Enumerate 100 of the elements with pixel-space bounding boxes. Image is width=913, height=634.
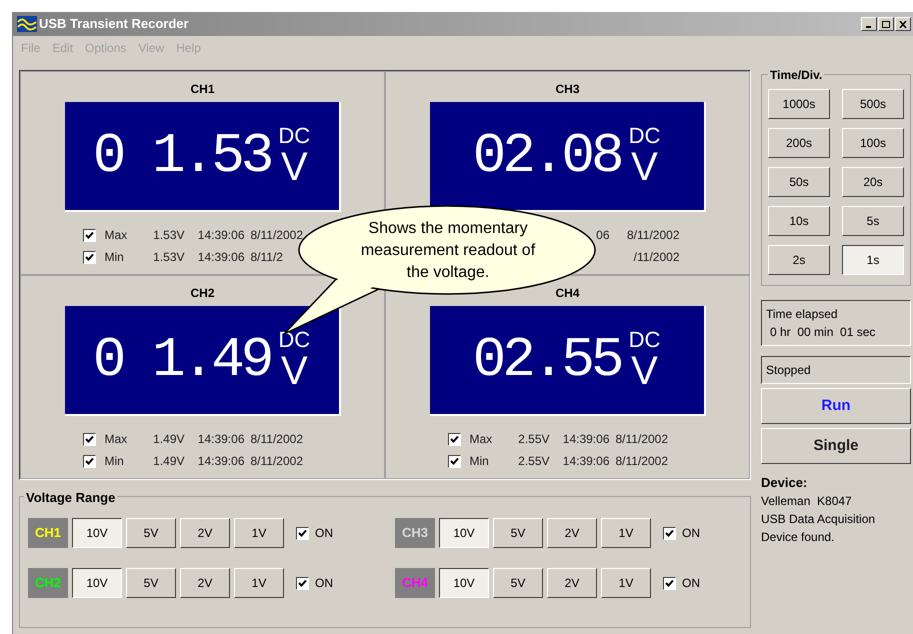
time-div-button[interactable]: 100s xyxy=(842,128,904,158)
coupling-label: DC xyxy=(628,329,660,351)
stat-time: 14:39:06 xyxy=(198,250,244,264)
range-button[interactable]: 2V xyxy=(547,518,597,548)
display-reading: 0 1.49 xyxy=(92,332,270,388)
display-reading: 02.08 xyxy=(472,128,621,184)
range-button[interactable]: 2V xyxy=(180,568,230,598)
checkbox[interactable] xyxy=(82,432,96,446)
time-div-button[interactable]: 10s xyxy=(768,206,830,236)
range-button[interactable]: 2V xyxy=(547,568,597,598)
stat-time: 14:39:06 xyxy=(562,454,610,468)
range-button[interactable]: 5V xyxy=(126,568,176,598)
stat-date: 8/11/2 xyxy=(250,250,283,264)
display-reading: 0 1.53 xyxy=(92,128,270,184)
callout-text: Shows the momentary measurement readout of the voltage. xyxy=(360,219,536,283)
range-button[interactable]: 5V xyxy=(493,518,543,548)
stat-time: 06 xyxy=(596,228,610,242)
stat-date: 8/11/2002 xyxy=(616,432,668,446)
stat-value: 1.53V xyxy=(153,228,184,242)
channel-title: CH4 xyxy=(555,285,580,302)
time-div-button[interactable]: 1000s xyxy=(768,89,830,119)
checkbox[interactable] xyxy=(663,576,676,590)
device-info: Device found. xyxy=(761,529,836,546)
range-button[interactable]: 10V xyxy=(439,518,489,548)
stat-time: 14:39:06 xyxy=(562,432,610,446)
time-div-button[interactable]: 200s xyxy=(768,128,830,158)
range-button[interactable]: 1V xyxy=(234,568,284,598)
range-button[interactable]: 2V xyxy=(180,518,230,548)
range-button[interactable]: 1V xyxy=(601,568,651,598)
coupling-label: DC xyxy=(628,125,660,147)
checkbox[interactable] xyxy=(448,432,460,446)
stat-label: Min xyxy=(104,454,124,468)
window-title: USB Transient Recorder xyxy=(39,15,189,34)
elapsed-time: 0 hr 00 min 01 sec xyxy=(769,324,876,341)
display-reading: 02.55 xyxy=(472,332,621,388)
checkbox[interactable] xyxy=(296,526,309,540)
on-label: ON xyxy=(682,575,700,592)
channel-tag-label: CH1 xyxy=(34,524,61,542)
stat-date: 8/11/2002 xyxy=(250,228,303,242)
close-icon[interactable] xyxy=(895,17,911,31)
checkbox[interactable] xyxy=(82,228,96,242)
range-button[interactable]: 1V xyxy=(601,518,651,548)
on-label: ON xyxy=(682,525,700,542)
device-info: Velleman K8047 xyxy=(761,493,853,510)
checkbox[interactable] xyxy=(82,250,96,264)
device-info: USB Data Acquisition xyxy=(761,511,876,528)
stat-date: 8/11/2002 xyxy=(250,432,303,446)
on-label: ON xyxy=(315,525,333,542)
stat-value: 1.49V xyxy=(153,432,184,446)
stat-date: 8/11/2002 xyxy=(627,228,680,242)
time-div-button[interactable]: 500s xyxy=(842,89,904,119)
stat-date: /11/2002 xyxy=(634,250,680,264)
checkbox[interactable] xyxy=(296,576,309,590)
checkbox[interactable] xyxy=(82,454,96,468)
elapsed-label: Time elapsed xyxy=(766,306,839,323)
checkbox[interactable] xyxy=(663,526,676,540)
time-div-button[interactable]: 5s xyxy=(842,206,904,236)
stat-date: 8/11/2002 xyxy=(616,454,668,468)
unit-label: V xyxy=(280,351,308,391)
stat-value: 2.55V xyxy=(518,432,550,446)
range-button[interactable]: 10V xyxy=(72,518,122,548)
stat-value: 2.55V xyxy=(518,454,550,468)
time-div-button[interactable]: 2s xyxy=(768,245,830,275)
device-title: Device: xyxy=(761,474,808,492)
range-button[interactable]: 10V xyxy=(439,568,489,598)
unit-label: V xyxy=(631,351,658,391)
stat-time: 14:39:06 xyxy=(198,454,244,468)
coupling-label: DC xyxy=(278,125,310,147)
channel-tag-label: CH4 xyxy=(402,574,428,592)
stat-value: 1.49V xyxy=(153,454,184,468)
channel-title: CH3 xyxy=(555,81,580,98)
stat-label: Min xyxy=(470,454,489,468)
range-button[interactable]: 10V xyxy=(72,568,122,598)
stat-label: Max xyxy=(104,432,128,446)
channel-tag-label: CH2 xyxy=(34,574,61,592)
coupling-label: DC xyxy=(278,329,310,351)
range-button[interactable]: 5V xyxy=(493,568,543,598)
stat-time: 14:39:06 xyxy=(198,432,244,446)
range-button[interactable]: 1V xyxy=(234,518,284,548)
minimize-icon[interactable] xyxy=(861,17,877,31)
channel-title: CH2 xyxy=(190,285,214,302)
stat-label: Min xyxy=(104,250,124,264)
time-div-button[interactable]: 1s xyxy=(842,245,904,275)
time-div-button[interactable]: 50s xyxy=(768,167,830,197)
time-div-button[interactable]: 20s xyxy=(842,167,904,197)
unit-label: V xyxy=(280,147,308,187)
run-button[interactable]: Run xyxy=(761,388,911,424)
checkbox[interactable] xyxy=(448,454,460,468)
maximize-icon[interactable] xyxy=(878,17,894,31)
wave-icon xyxy=(17,16,37,32)
stat-value: 1.53V xyxy=(153,250,184,264)
status-field: Stopped xyxy=(761,356,911,384)
range-button[interactable]: 5V xyxy=(126,518,176,548)
single-button[interactable]: Single xyxy=(761,428,911,464)
stat-label: Max xyxy=(104,228,128,242)
channel-tag-label: CH3 xyxy=(402,524,428,542)
channel-title: CH1 xyxy=(190,81,214,98)
stat-label: Max xyxy=(470,432,492,446)
on-label: ON xyxy=(315,575,333,592)
stat-time: 14:39:06 xyxy=(198,228,244,242)
